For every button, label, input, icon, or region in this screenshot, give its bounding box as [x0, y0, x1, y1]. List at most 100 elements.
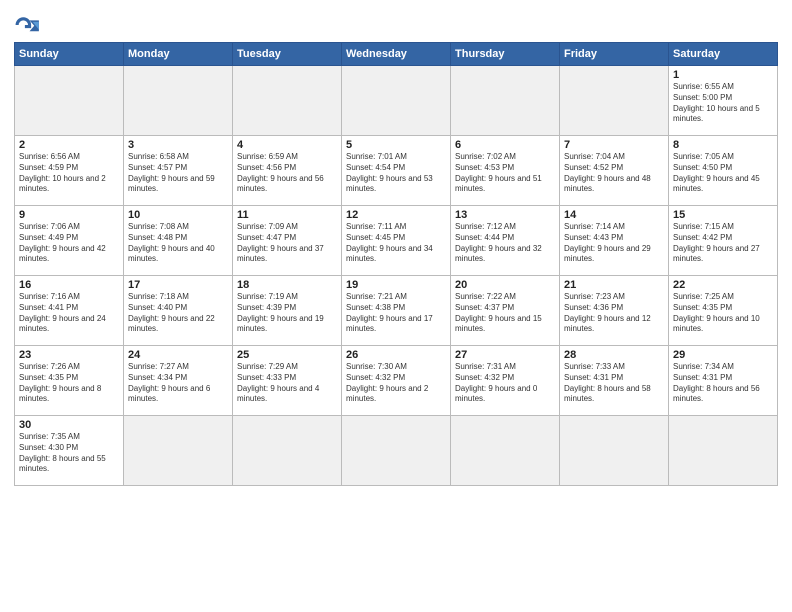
day-info: Sunrise: 7:16 AMSunset: 4:41 PMDaylight:…: [19, 292, 119, 335]
day-number: 13: [455, 209, 555, 221]
day-info: Sunrise: 7:26 AMSunset: 4:35 PMDaylight:…: [19, 362, 119, 405]
day-info: Sunrise: 6:59 AMSunset: 4:56 PMDaylight:…: [237, 152, 337, 195]
calendar-cell: 28Sunrise: 7:33 AMSunset: 4:31 PMDayligh…: [560, 346, 669, 416]
calendar-week-4: 16Sunrise: 7:16 AMSunset: 4:41 PMDayligh…: [15, 276, 778, 346]
day-info: Sunrise: 6:58 AMSunset: 4:57 PMDaylight:…: [128, 152, 228, 195]
day-info: Sunrise: 7:21 AMSunset: 4:38 PMDaylight:…: [346, 292, 446, 335]
day-number: 30: [19, 419, 119, 431]
day-number: 19: [346, 279, 446, 291]
weekday-wednesday: Wednesday: [342, 43, 451, 66]
calendar-cell: 3Sunrise: 6:58 AMSunset: 4:57 PMDaylight…: [124, 136, 233, 206]
weekday-monday: Monday: [124, 43, 233, 66]
calendar-cell: 2Sunrise: 6:56 AMSunset: 4:59 PMDaylight…: [15, 136, 124, 206]
day-info: Sunrise: 7:06 AMSunset: 4:49 PMDaylight:…: [19, 222, 119, 265]
day-number: 11: [237, 209, 337, 221]
page: SundayMondayTuesdayWednesdayThursdayFrid…: [0, 0, 792, 612]
calendar-cell: [15, 66, 124, 136]
calendar-week-3: 9Sunrise: 7:06 AMSunset: 4:49 PMDaylight…: [15, 206, 778, 276]
day-number: 28: [564, 349, 664, 361]
day-number: 5: [346, 139, 446, 151]
calendar-week-6: 30Sunrise: 7:35 AMSunset: 4:30 PMDayligh…: [15, 416, 778, 486]
calendar-cell: 9Sunrise: 7:06 AMSunset: 4:49 PMDaylight…: [15, 206, 124, 276]
day-number: 26: [346, 349, 446, 361]
calendar-cell: [342, 66, 451, 136]
day-info: Sunrise: 7:27 AMSunset: 4:34 PMDaylight:…: [128, 362, 228, 405]
calendar-cell: 6Sunrise: 7:02 AMSunset: 4:53 PMDaylight…: [451, 136, 560, 206]
weekday-tuesday: Tuesday: [233, 43, 342, 66]
day-number: 22: [673, 279, 773, 291]
day-info: Sunrise: 7:19 AMSunset: 4:39 PMDaylight:…: [237, 292, 337, 335]
calendar-cell: 27Sunrise: 7:31 AMSunset: 4:32 PMDayligh…: [451, 346, 560, 416]
calendar-cell: 24Sunrise: 7:27 AMSunset: 4:34 PMDayligh…: [124, 346, 233, 416]
calendar-cell: 4Sunrise: 6:59 AMSunset: 4:56 PMDaylight…: [233, 136, 342, 206]
calendar-cell: [560, 66, 669, 136]
weekday-friday: Friday: [560, 43, 669, 66]
day-number: 14: [564, 209, 664, 221]
day-number: 10: [128, 209, 228, 221]
day-info: Sunrise: 7:08 AMSunset: 4:48 PMDaylight:…: [128, 222, 228, 265]
calendar-cell: 26Sunrise: 7:30 AMSunset: 4:32 PMDayligh…: [342, 346, 451, 416]
day-info: Sunrise: 6:56 AMSunset: 4:59 PMDaylight:…: [19, 152, 119, 195]
calendar-cell: 23Sunrise: 7:26 AMSunset: 4:35 PMDayligh…: [15, 346, 124, 416]
day-number: 3: [128, 139, 228, 151]
calendar-cell: [233, 66, 342, 136]
day-info: Sunrise: 7:34 AMSunset: 4:31 PMDaylight:…: [673, 362, 773, 405]
day-number: 6: [455, 139, 555, 151]
calendar-cell: 14Sunrise: 7:14 AMSunset: 4:43 PMDayligh…: [560, 206, 669, 276]
day-info: Sunrise: 7:01 AMSunset: 4:54 PMDaylight:…: [346, 152, 446, 195]
calendar-cell: 7Sunrise: 7:04 AMSunset: 4:52 PMDaylight…: [560, 136, 669, 206]
calendar-cell: [233, 416, 342, 486]
day-number: 17: [128, 279, 228, 291]
logo: [14, 14, 46, 36]
day-info: Sunrise: 7:31 AMSunset: 4:32 PMDaylight:…: [455, 362, 555, 405]
day-number: 8: [673, 139, 773, 151]
day-number: 9: [19, 209, 119, 221]
day-number: 23: [19, 349, 119, 361]
day-info: Sunrise: 7:14 AMSunset: 4:43 PMDaylight:…: [564, 222, 664, 265]
weekday-saturday: Saturday: [669, 43, 778, 66]
calendar-cell: 16Sunrise: 7:16 AMSunset: 4:41 PMDayligh…: [15, 276, 124, 346]
day-number: 4: [237, 139, 337, 151]
day-number: 1: [673, 69, 773, 81]
calendar-cell: 30Sunrise: 7:35 AMSunset: 4:30 PMDayligh…: [15, 416, 124, 486]
calendar-cell: 13Sunrise: 7:12 AMSunset: 4:44 PMDayligh…: [451, 206, 560, 276]
day-info: Sunrise: 7:25 AMSunset: 4:35 PMDaylight:…: [673, 292, 773, 335]
calendar-cell: 11Sunrise: 7:09 AMSunset: 4:47 PMDayligh…: [233, 206, 342, 276]
weekday-thursday: Thursday: [451, 43, 560, 66]
calendar-cell: 1Sunrise: 6:55 AMSunset: 5:00 PMDaylight…: [669, 66, 778, 136]
day-info: Sunrise: 7:22 AMSunset: 4:37 PMDaylight:…: [455, 292, 555, 335]
day-info: Sunrise: 7:18 AMSunset: 4:40 PMDaylight:…: [128, 292, 228, 335]
day-info: Sunrise: 7:30 AMSunset: 4:32 PMDaylight:…: [346, 362, 446, 405]
calendar: SundayMondayTuesdayWednesdayThursdayFrid…: [14, 42, 778, 486]
day-number: 29: [673, 349, 773, 361]
day-number: 27: [455, 349, 555, 361]
day-info: Sunrise: 6:55 AMSunset: 5:00 PMDaylight:…: [673, 82, 773, 125]
day-info: Sunrise: 7:15 AMSunset: 4:42 PMDaylight:…: [673, 222, 773, 265]
day-info: Sunrise: 7:05 AMSunset: 4:50 PMDaylight:…: [673, 152, 773, 195]
calendar-cell: [342, 416, 451, 486]
calendar-cell: 12Sunrise: 7:11 AMSunset: 4:45 PMDayligh…: [342, 206, 451, 276]
day-number: 24: [128, 349, 228, 361]
calendar-cell: 22Sunrise: 7:25 AMSunset: 4:35 PMDayligh…: [669, 276, 778, 346]
day-info: Sunrise: 7:04 AMSunset: 4:52 PMDaylight:…: [564, 152, 664, 195]
day-number: 21: [564, 279, 664, 291]
day-number: 2: [19, 139, 119, 151]
day-info: Sunrise: 7:11 AMSunset: 4:45 PMDaylight:…: [346, 222, 446, 265]
calendar-cell: 10Sunrise: 7:08 AMSunset: 4:48 PMDayligh…: [124, 206, 233, 276]
day-info: Sunrise: 7:35 AMSunset: 4:30 PMDaylight:…: [19, 432, 119, 475]
calendar-cell: 8Sunrise: 7:05 AMSunset: 4:50 PMDaylight…: [669, 136, 778, 206]
calendar-week-2: 2Sunrise: 6:56 AMSunset: 4:59 PMDaylight…: [15, 136, 778, 206]
calendar-cell: [669, 416, 778, 486]
calendar-cell: 29Sunrise: 7:34 AMSunset: 4:31 PMDayligh…: [669, 346, 778, 416]
calendar-cell: 17Sunrise: 7:18 AMSunset: 4:40 PMDayligh…: [124, 276, 233, 346]
day-number: 12: [346, 209, 446, 221]
day-number: 20: [455, 279, 555, 291]
day-number: 18: [237, 279, 337, 291]
day-info: Sunrise: 7:12 AMSunset: 4:44 PMDaylight:…: [455, 222, 555, 265]
weekday-sunday: Sunday: [15, 43, 124, 66]
generalblue-logo-icon: [14, 14, 42, 36]
day-number: 16: [19, 279, 119, 291]
calendar-cell: [124, 66, 233, 136]
weekday-header-row: SundayMondayTuesdayWednesdayThursdayFrid…: [15, 43, 778, 66]
calendar-cell: [451, 66, 560, 136]
